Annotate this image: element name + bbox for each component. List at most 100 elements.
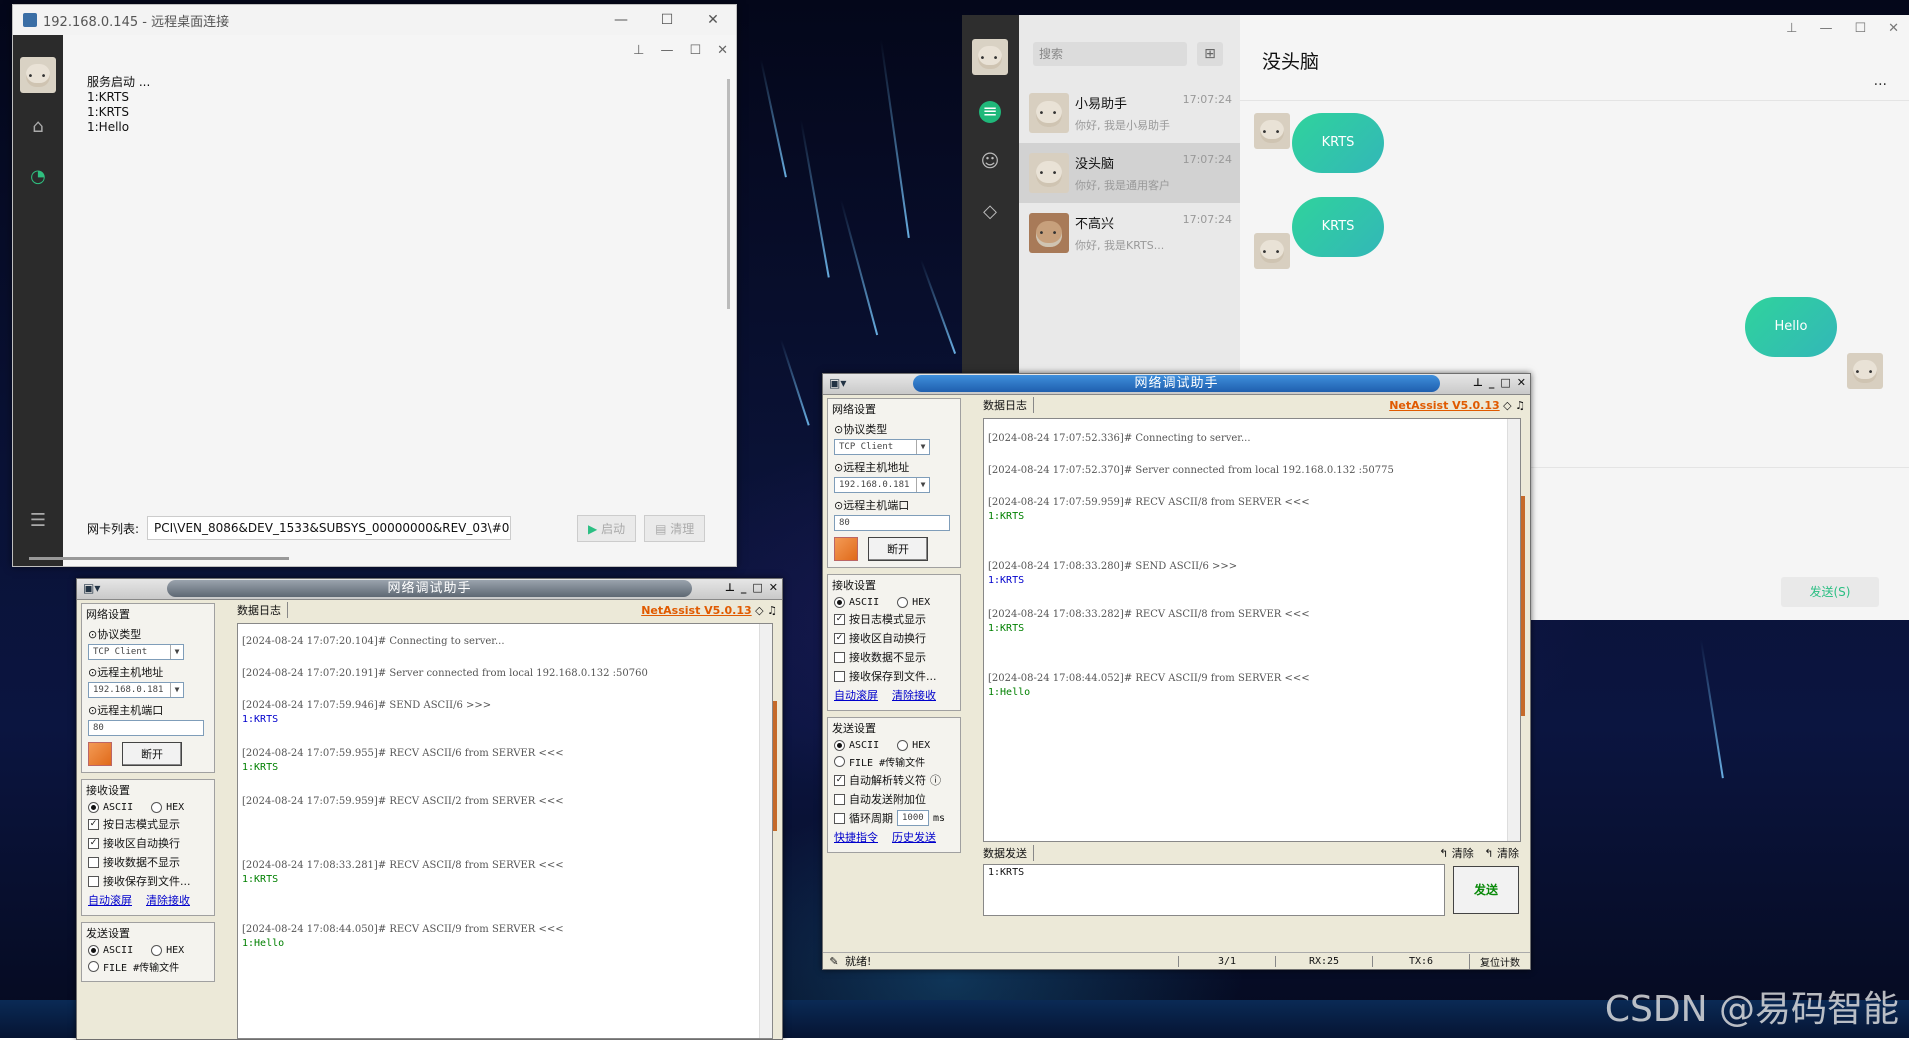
contacts-icon[interactable]: ☺ bbox=[979, 151, 1001, 173]
tab-data-log[interactable]: 数据日志 bbox=[237, 602, 288, 618]
minimize-icon[interactable]: — bbox=[1819, 21, 1832, 36]
log-mode-checkbox[interactable]: ✓ bbox=[834, 613, 845, 625]
maximize-icon[interactable]: ☐ bbox=[644, 12, 690, 28]
hex-radio[interactable] bbox=[151, 945, 163, 956]
bell-icon[interactable]: ♫ bbox=[1515, 399, 1525, 412]
horizontal-scrollbar[interactable] bbox=[29, 557, 289, 560]
log-line: 1:KRTS bbox=[87, 90, 129, 104]
clear-send-button[interactable]: ↰ 清除 bbox=[1439, 847, 1474, 860]
version-link[interactable]: NetAssist V5.0.13 bbox=[641, 604, 751, 617]
ascii-radio[interactable] bbox=[88, 802, 99, 813]
tab-data-send[interactable]: 数据发送 bbox=[983, 845, 1034, 861]
clear-recv-link[interactable]: 清除接收 bbox=[892, 687, 936, 703]
conversation-item[interactable]: 小易助手 17:07:24 你好, 我是小易助手 bbox=[1019, 83, 1240, 143]
system-menu-icon[interactable]: ▣▾ bbox=[829, 376, 846, 390]
avatar[interactable] bbox=[20, 57, 56, 93]
wallpaper-streak bbox=[780, 339, 810, 426]
diamond-icon[interactable]: ◇ bbox=[755, 604, 763, 617]
conversation-item[interactable]: 不高兴 17:07:24 你好, 我是KRTS... bbox=[1019, 203, 1240, 263]
remote-port-input[interactable]: 80 bbox=[834, 515, 950, 531]
ascii-label: ASCII bbox=[849, 740, 880, 751]
disconnect-button[interactable]: 断开 bbox=[122, 742, 182, 766]
minimize-icon[interactable]: _ bbox=[741, 581, 747, 594]
conversation-item-selected[interactable]: 没头脑 17:07:24 你好, 我是通用客户 bbox=[1019, 143, 1240, 203]
hex-radio[interactable] bbox=[897, 597, 909, 608]
search-input[interactable]: 搜索 bbox=[1033, 42, 1187, 66]
cube-icon[interactable]: ◇ bbox=[979, 201, 1001, 223]
plus-square-icon[interactable]: ⊞ bbox=[1197, 42, 1223, 66]
start-button[interactable]: ▶ 启动 bbox=[577, 514, 637, 542]
disconnect-button[interactable]: 断开 bbox=[868, 537, 928, 561]
send-button[interactable]: 发送 bbox=[1453, 866, 1519, 914]
bell-icon[interactable]: ♫ bbox=[767, 604, 777, 617]
tab-data-log[interactable]: 数据日志 bbox=[983, 397, 1034, 413]
pin-icon[interactable]: ⊥ bbox=[725, 581, 735, 594]
save-file-checkbox[interactable] bbox=[88, 875, 99, 887]
data-log-view[interactable]: [2024-08-24 17:07:20.104]# Connecting to… bbox=[237, 623, 773, 1039]
close-icon[interactable]: ✕ bbox=[1517, 376, 1526, 389]
hide-recv-checkbox[interactable] bbox=[834, 651, 845, 663]
remote-host-select[interactable]: 192.168.0.181 ▼ bbox=[88, 682, 184, 698]
close-icon[interactable]: ✕ bbox=[1888, 21, 1899, 36]
ascii-radio[interactable] bbox=[834, 597, 845, 608]
autoscroll-link[interactable]: 自动滚屏 bbox=[88, 892, 132, 908]
vertical-scrollbar[interactable] bbox=[759, 624, 772, 1038]
auto-escape-checkbox[interactable]: ✓ bbox=[834, 774, 845, 786]
ascii-radio[interactable] bbox=[834, 740, 845, 751]
remote-host-select[interactable]: 192.168.0.181 ▼ bbox=[834, 477, 930, 493]
version-link[interactable]: NetAssist V5.0.13 bbox=[1389, 399, 1499, 412]
send-button[interactable]: 发送(S) bbox=[1781, 577, 1879, 607]
hex-radio[interactable] bbox=[897, 740, 909, 751]
maximize-icon[interactable]: □ bbox=[752, 581, 762, 594]
auto-append-checkbox[interactable] bbox=[834, 793, 845, 805]
more-button[interactable]: ... bbox=[1874, 73, 1887, 89]
maximize-icon[interactable]: □ bbox=[1500, 376, 1510, 389]
loop-ms-input[interactable]: 1000 bbox=[897, 810, 929, 826]
minimize-icon[interactable]: _ bbox=[1489, 376, 1495, 389]
clear-history-button[interactable]: ↰ 清除 bbox=[1484, 847, 1519, 860]
clear-recv-link[interactable]: 清除接收 bbox=[146, 892, 190, 908]
auto-wrap-checkbox[interactable]: ✓ bbox=[834, 632, 845, 644]
auto-wrap-checkbox[interactable]: ✓ bbox=[88, 837, 99, 849]
nic-select[interactable]: PCI\VEN_8086&DEV_1533&SUBSYS_00000000&RE… bbox=[147, 516, 512, 540]
menu-icon[interactable]: ☰ bbox=[28, 511, 48, 531]
hex-radio[interactable] bbox=[151, 802, 163, 813]
vertical-scrollbar[interactable] bbox=[727, 79, 730, 309]
gauge-icon[interactable]: ◔ bbox=[28, 167, 48, 187]
pin-icon[interactable]: ⊥ bbox=[633, 43, 644, 58]
data-log-view[interactable]: [2024-08-24 17:07:52.336]# Connecting to… bbox=[983, 418, 1521, 842]
vertical-scrollbar[interactable] bbox=[1507, 419, 1520, 841]
chat-icon[interactable]: ≡ bbox=[979, 101, 1001, 123]
file-send-radio[interactable] bbox=[88, 961, 99, 972]
maximize-icon[interactable]: ☐ bbox=[1854, 21, 1866, 36]
close-icon[interactable]: ✕ bbox=[690, 12, 736, 28]
pin-icon[interactable]: ⊥ bbox=[1473, 376, 1483, 389]
minimize-icon[interactable]: — bbox=[598, 12, 644, 28]
close-icon[interactable]: ✕ bbox=[717, 43, 728, 58]
home-icon[interactable]: ⌂ bbox=[28, 117, 48, 137]
remote-port-input[interactable]: 80 bbox=[88, 720, 204, 736]
autoscroll-link[interactable]: 自动滚屏 bbox=[834, 687, 878, 703]
protocol-select[interactable]: TCP Client ▼ bbox=[834, 439, 930, 455]
save-file-checkbox[interactable] bbox=[834, 670, 845, 682]
clear-button[interactable]: ▤ 清理 bbox=[644, 514, 706, 542]
log-mode-checkbox[interactable]: ✓ bbox=[88, 818, 99, 830]
info-icon[interactable]: ⓘ bbox=[930, 772, 941, 788]
close-icon[interactable]: ✕ bbox=[769, 581, 778, 594]
history-send-link[interactable]: 历史发送 bbox=[892, 829, 936, 845]
diamond-icon[interactable]: ◇ bbox=[1503, 399, 1511, 412]
minimize-icon[interactable]: — bbox=[660, 43, 673, 58]
avatar[interactable] bbox=[972, 39, 1008, 75]
maximize-icon[interactable]: ☐ bbox=[689, 43, 701, 58]
file-send-radio[interactable] bbox=[834, 756, 845, 767]
hide-recv-checkbox[interactable] bbox=[88, 856, 99, 868]
system-menu-icon[interactable]: ▣▾ bbox=[83, 581, 100, 595]
quick-command-link[interactable]: 快捷指令 bbox=[834, 829, 878, 845]
pin-icon[interactable]: ⊥ bbox=[1786, 21, 1797, 36]
loop-checkbox[interactable] bbox=[834, 812, 845, 824]
ascii-radio[interactable] bbox=[88, 945, 99, 956]
log-tab-header: 数据日志 NetAssist V5.0.13 ◇ ♫ bbox=[983, 396, 1525, 414]
reset-count-button[interactable]: 复位计数 bbox=[1469, 953, 1530, 969]
send-input[interactable]: 1:KRTS bbox=[983, 864, 1445, 916]
protocol-select[interactable]: TCP Client ▼ bbox=[88, 644, 184, 660]
